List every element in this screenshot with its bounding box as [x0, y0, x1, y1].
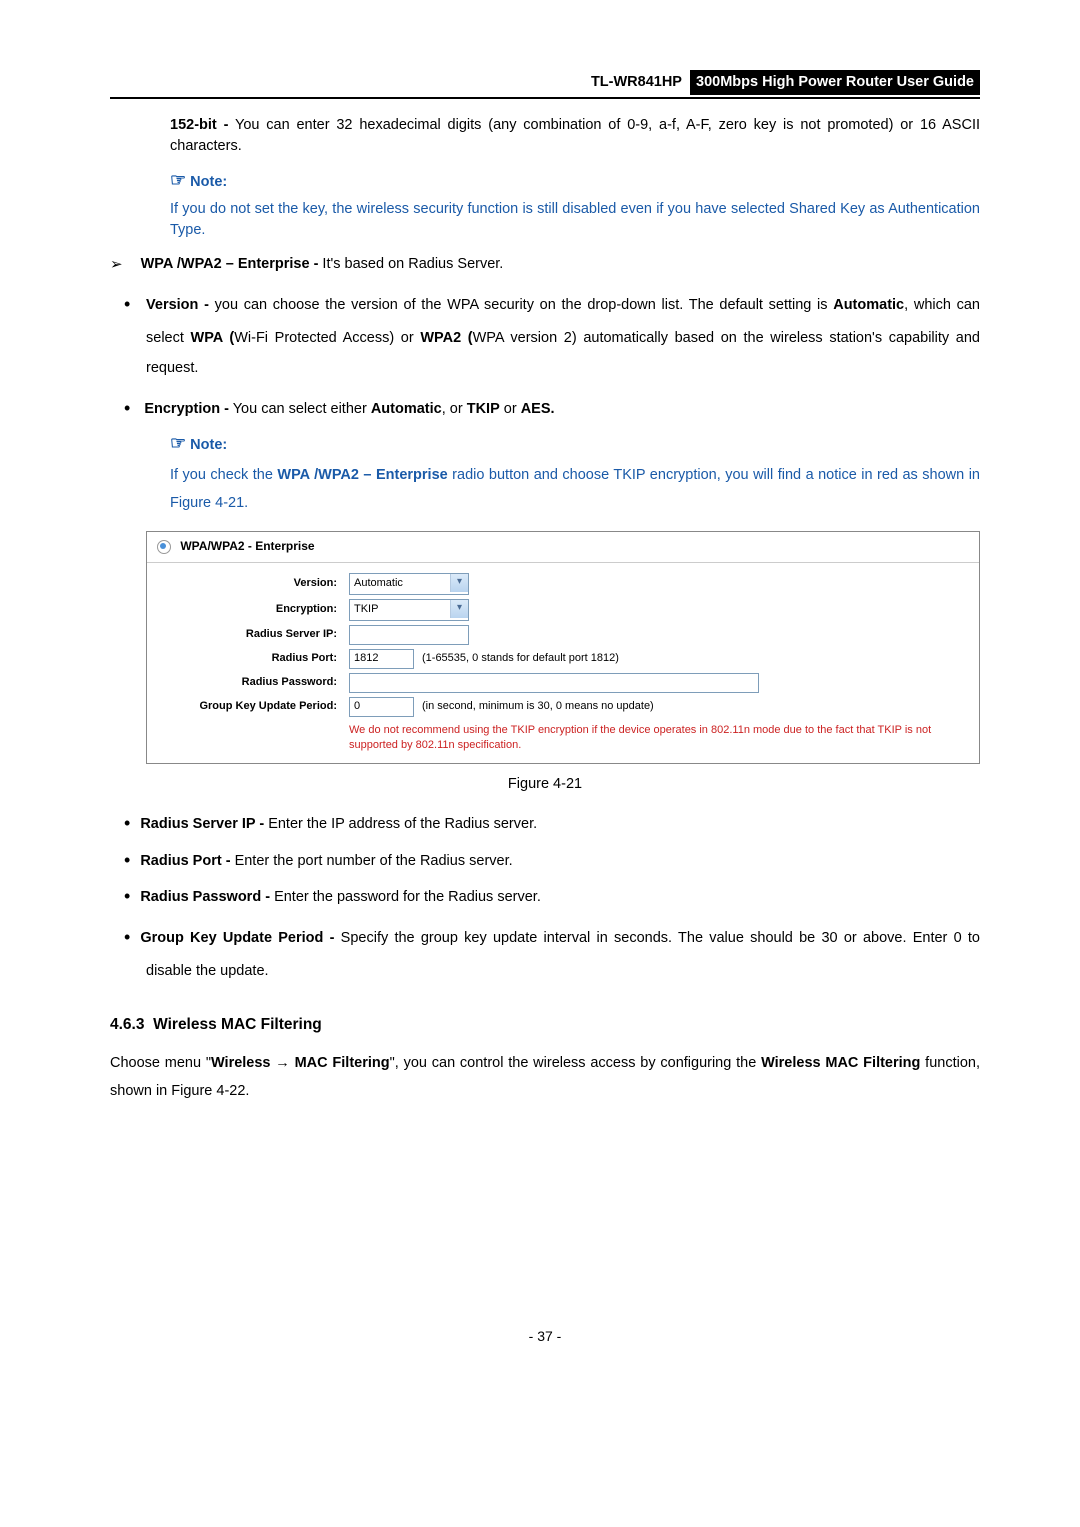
bullet-radius-password: Radius Password - Enter the password for…: [146, 882, 980, 908]
label-server-ip: Radius Server IP:: [157, 627, 349, 643]
bullet-version: Version - you can choose the version of …: [146, 285, 980, 384]
arrowhead-icon: ➢: [110, 256, 123, 273]
label: Wireless: [211, 1055, 271, 1071]
period-hint: (in second, minimum is 30, 0 means no up…: [422, 700, 654, 712]
text: you can choose the version of the WPA se…: [209, 297, 833, 313]
figure-box: WPA/WPA2 - Enterprise Version: Automatic…: [146, 531, 980, 764]
label-period: Group Key Update Period:: [157, 699, 349, 715]
radius-bullets: Radius Server IP - Enter the IP address …: [146, 809, 980, 986]
label: Radius Password -: [140, 889, 270, 905]
label: Wireless MAC Filtering: [761, 1055, 920, 1071]
note-label: Note:: [190, 174, 227, 190]
pointing-hand-icon: ☞: [170, 433, 186, 453]
label: AES.: [521, 401, 555, 417]
input-server-ip[interactable]: [349, 625, 469, 645]
label: Radius Server IP -: [140, 816, 264, 832]
figure-caption: Figure 4-21: [110, 774, 980, 795]
row-version: Version: Automatic ▾: [157, 573, 969, 595]
bullet-radius-port: Radius Port - Enter the port number of t…: [146, 846, 980, 872]
select-version[interactable]: Automatic ▾: [349, 573, 469, 595]
chevron-down-icon: ▾: [450, 574, 468, 592]
figure-warning: We do not recommend using the TKIP encry…: [349, 723, 969, 754]
text: Choose menu ": [110, 1055, 211, 1071]
arrow-icon: →: [271, 1055, 295, 1071]
note-label: Note:: [190, 437, 227, 453]
text: Enter the IP address of the Radius serve…: [264, 816, 537, 832]
note-body-2: If you check the WPA /WPA2 – Enterprise …: [170, 462, 980, 517]
wpa-bullets: Version - you can choose the version of …: [146, 285, 980, 420]
header-title: 300Mbps High Power Router User Guide: [690, 70, 980, 95]
wpa-ent-label: WPA /WPA2 – Enterprise -: [141, 256, 319, 272]
text: Wi-Fi Protected Access) or: [234, 330, 420, 346]
label: Encryption -: [144, 401, 229, 417]
port-hint: (1-65535, 0 stands for default port 1812…: [422, 652, 619, 664]
row-port: Radius Port: 1812 (1-65535, 0 stands for …: [157, 649, 969, 669]
text: You can enter 32 hexadecimal digits (any…: [170, 117, 980, 154]
row-period: Group Key Update Period: 0 (in second, mi…: [157, 697, 969, 717]
label: WPA2 (: [420, 330, 472, 346]
section-title: Wireless MAC Filtering: [153, 1016, 322, 1033]
input-value: 0: [354, 699, 360, 715]
text: ", you can control the wireless access b…: [390, 1055, 761, 1071]
paragraph-152bit: 152-bit - You can enter 32 hexadecimal d…: [170, 115, 980, 157]
input-period[interactable]: 0: [349, 697, 414, 717]
label-port: Radius Port:: [157, 651, 349, 667]
label: TKIP: [467, 401, 500, 417]
chevron-down-icon: ▾: [450, 600, 468, 618]
label: WPA /WPA2 – Enterprise: [277, 467, 447, 483]
label: Automatic: [371, 401, 442, 417]
bullet-group-key: Group Key Update Period - Specify the gr…: [146, 918, 980, 986]
note-heading: ☞ Note:: [170, 167, 980, 193]
label: Automatic: [833, 297, 904, 313]
figure-title: WPA/WPA2 - Enterprise: [180, 539, 314, 553]
header-model: TL-WR841HP: [591, 72, 686, 93]
row-password: Radius Password:: [157, 673, 969, 693]
row-server-ip: Radius Server IP:: [157, 625, 969, 645]
text: or: [500, 401, 521, 417]
input-value: 1812: [354, 651, 378, 667]
note-body: If you do not set the key, the wireless …: [170, 199, 980, 241]
input-port[interactable]: 1812: [349, 649, 414, 669]
row-encryption: Encryption: TKIP ▾: [157, 599, 969, 621]
text: If you check the: [170, 467, 277, 483]
section-paragraph: Choose menu "Wireless → MAC Filtering", …: [110, 1050, 980, 1105]
note-heading-2: ☞ Note:: [170, 430, 980, 456]
label-version: Version:: [157, 576, 349, 592]
label-password: Radius Password:: [157, 675, 349, 691]
section-number: 4.6.3: [110, 1016, 144, 1033]
text: Enter the port number of the Radius serv…: [231, 853, 513, 869]
label: Group Key Update Period -: [140, 930, 334, 946]
label: Version -: [146, 297, 209, 313]
radio-icon[interactable]: [157, 540, 171, 554]
bullet-encryption: Encryption - You can select either Autom…: [146, 394, 980, 420]
select-value: Automatic: [354, 576, 403, 592]
text: Enter the password for the Radius server…: [270, 889, 541, 905]
label: Radius Port -: [140, 853, 230, 869]
label: WPA (: [191, 330, 235, 346]
label: MAC Filtering: [295, 1055, 390, 1071]
wpa-ent-rest: It's based on Radius Server.: [318, 256, 503, 272]
page-header: TL-WR841HP 300Mbps High Power Router Use…: [110, 70, 980, 99]
text: You can select either: [229, 401, 371, 417]
page-number: - 37 -: [110, 1326, 980, 1346]
section-heading: 4.6.3 Wireless MAC Filtering: [110, 1014, 980, 1036]
figure-head: WPA/WPA2 - Enterprise: [147, 532, 979, 563]
text: , or: [442, 401, 467, 417]
figure-body: Version: Automatic ▾ Encryption: TKIP ▾ Ra…: [147, 563, 979, 764]
bullet-radius-ip: Radius Server IP - Enter the IP address …: [146, 809, 980, 835]
label-encryption: Encryption:: [157, 602, 349, 618]
select-value: TKIP: [354, 602, 378, 618]
input-password[interactable]: [349, 673, 759, 693]
wpa-enterprise-item: ➢ WPA /WPA2 – Enterprise - It's based on…: [110, 253, 980, 275]
pointing-hand-icon: ☞: [170, 170, 186, 190]
select-encryption[interactable]: TKIP ▾: [349, 599, 469, 621]
